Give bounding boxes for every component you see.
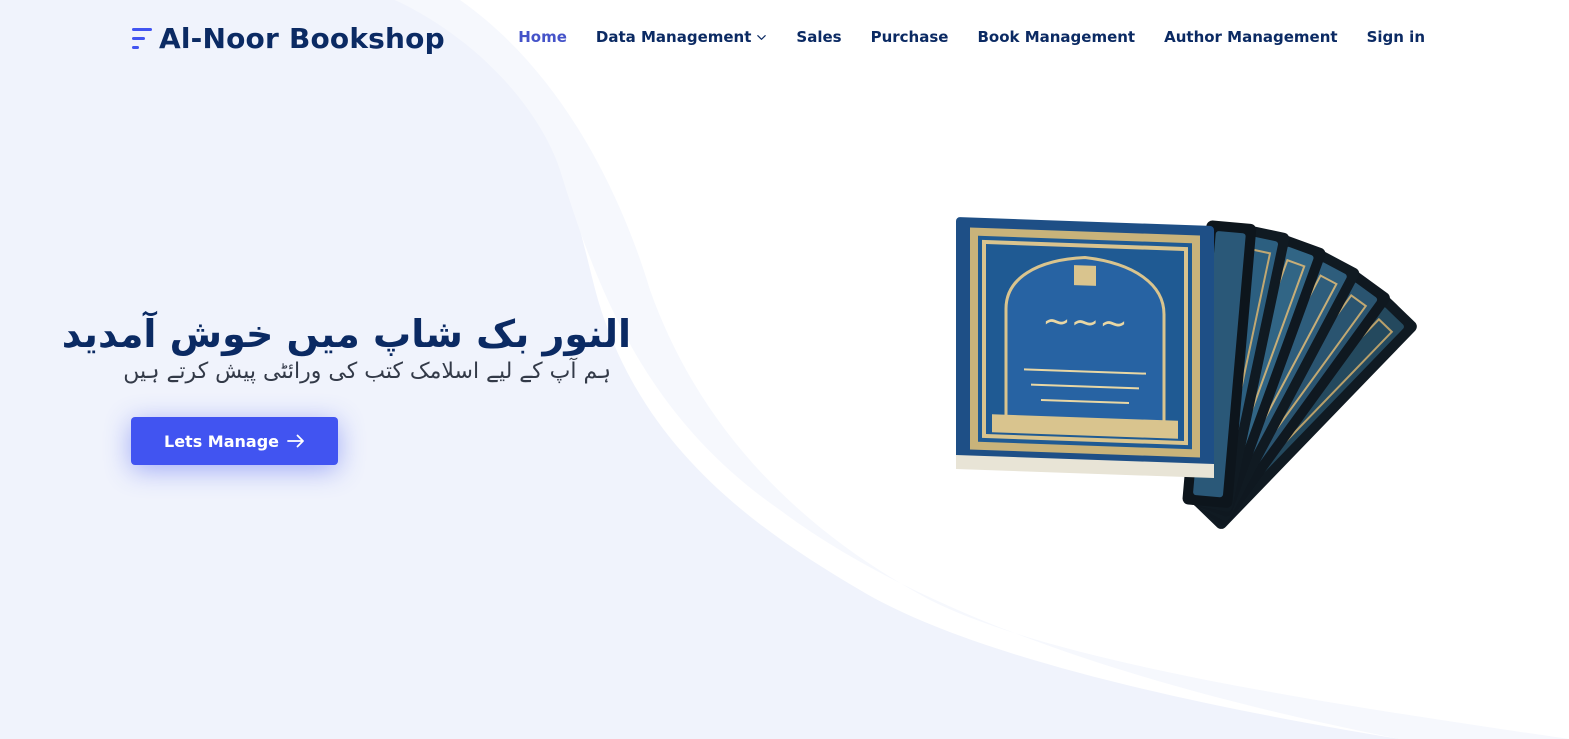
logo[interactable]: Al-Noor Bookshop (131, 22, 445, 56)
nav-sign-in-label: Sign in (1366, 28, 1425, 46)
nav-purchase[interactable]: Purchase (871, 26, 949, 48)
book-cover-title: ~~~ (1042, 301, 1127, 344)
nav-purchase-label: Purchase (870, 28, 949, 46)
menu-lines-icon (132, 28, 152, 49)
front-book: ~~~ (956, 217, 1214, 479)
hero-subtitle: ہم آپ کے لیے اسلامک کتب کی ورائٹی پیش کر… (123, 359, 611, 384)
nav-sales[interactable]: Sales (796, 26, 841, 48)
arrow-right-icon (287, 434, 304, 448)
nav-sign-in[interactable]: Sign in (1367, 26, 1425, 48)
page: Al-Noor Bookshop Home Data Management Sa… (0, 0, 1569, 739)
nav-book-management[interactable]: Book Management (977, 26, 1135, 48)
brand-name: Al-Noor Bookshop (159, 22, 445, 55)
book-stack (1182, 220, 1417, 529)
chevron-down-icon (757, 34, 767, 40)
nav-home[interactable]: Home (518, 26, 567, 48)
nav-author-management-label: Author Management (1164, 28, 1338, 46)
nav-sales-label: Sales (796, 28, 842, 46)
books-illustration: ~~~ (956, 217, 1417, 529)
nav-data-management[interactable]: Data Management (596, 26, 768, 48)
main-nav: Home Data Management Sales Purchase Book… (489, 26, 1425, 48)
nav-book-management-label: Book Management (977, 28, 1136, 46)
nav-data-management-label: Data Management (595, 28, 752, 46)
lets-manage-button[interactable]: Lets Manage (131, 417, 338, 465)
lets-manage-label: Lets Manage (164, 431, 279, 451)
nav-author-management[interactable]: Author Management (1164, 26, 1337, 48)
hero-title: النور بک شاپ میں خوش آمدید (61, 312, 631, 357)
nav-home-label: Home (518, 28, 567, 46)
site-header: Al-Noor Bookshop Home Data Management Sa… (0, 0, 1569, 76)
